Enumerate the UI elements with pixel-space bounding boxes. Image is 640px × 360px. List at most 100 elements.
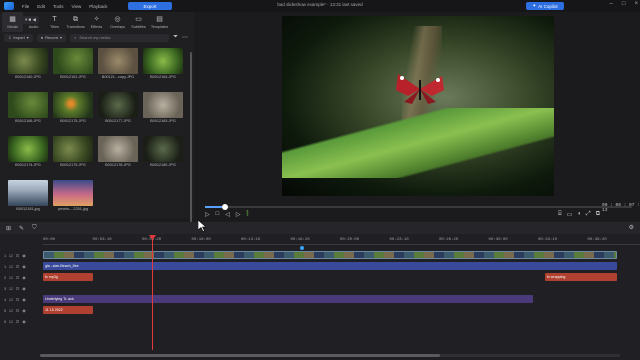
lock-icon[interactable]: ⊡ [16,319,19,324]
media-item[interactable]: B0012177.JPG [98,92,138,128]
ai-copilot-button[interactable]: ✦ AI Copilot [526,2,564,10]
track-lane[interactable]: Underlying Tr..ack [43,294,640,304]
scrollbar-thumb[interactable] [40,354,440,357]
media-item[interactable]: B0012181.jpg [8,180,48,216]
media-thumbnail[interactable] [53,92,93,118]
timeline-clip[interactable]: Underlying Tr..ack [43,295,533,303]
timeline-clip[interactable]: gla...size-Beach_5ee [43,262,617,270]
timeline-clip[interactable]: 11 15 2022 [43,306,93,314]
timeline-scrollbar[interactable] [40,354,620,357]
timeline-mode-icon[interactable]: ⊞ [6,225,11,232]
track-header[interactable]: 1 ☑ ⊡ ◉ [0,250,43,260]
visibility-icon[interactable]: ◉ [22,275,26,280]
media-item[interactable]: B0012180.JPG [143,136,183,172]
track-lane[interactable]: 11 15 2022 [43,305,640,315]
lock-icon[interactable]: ⊡ [16,264,19,269]
prev-frame-icon[interactable]: ◁ [225,211,230,218]
shield-icon[interactable]: ⛉ [32,225,37,232]
media-item[interactable]: B0012166.JPG [8,92,48,128]
visibility-icon[interactable]: ◉ [22,286,26,291]
media-thumbnail[interactable] [8,180,48,206]
media-thumbnail[interactable] [8,136,48,162]
tab-templates[interactable]: ▤ Templates [149,12,170,32]
track-header[interactable]: 1 ☑ ⊡ ◉ [0,261,43,271]
track-lane[interactable] [43,316,640,326]
media-thumbnail[interactable] [8,92,48,118]
more-icon[interactable]: ⋯ [182,34,188,41]
snapshot-icon[interactable]: ⌸ [558,211,562,218]
volume-icon[interactable]: ◖ [577,211,581,218]
timeline-settings-icon[interactable]: ⚙ [629,224,634,231]
lock-icon[interactable]: ⊡ [16,286,19,291]
track-header[interactable]: 5 ☑ ⊡ ◉ [0,305,43,315]
track-zoom-control[interactable]: ▾ ■ ◀ [22,16,39,24]
media-item[interactable]: B0012178.JPG [98,136,138,172]
track-enable-icon[interactable]: ☑ [9,253,13,258]
timeline-clip[interactable]: fx mp3g [43,273,93,281]
tab-transitions[interactable]: ⧉ Transitions [65,12,86,32]
visibility-icon[interactable]: ◉ [22,308,26,313]
track-header[interactable]: 4 ☑ ⊡ ◉ [0,294,43,304]
visibility-icon[interactable]: ◉ [22,319,26,324]
close-icon[interactable]: × [634,1,638,7]
timeline-clip[interactable]: fx wrapping [545,273,617,281]
media-item[interactable]: B00121...copy.JPG [98,48,138,84]
pen-icon[interactable]: ✎ [19,225,24,232]
track-lane[interactable]: fx mp3g fx wrapping [43,272,640,282]
playhead[interactable] [152,238,153,350]
track-lane[interactable] [43,283,640,293]
track-header[interactable]: 3 ☑ ⊡ ◉ [0,283,43,293]
video-preview[interactable] [282,16,554,196]
media-thumbnail[interactable] [98,136,138,162]
track-enable-icon[interactable]: ☑ [9,308,13,313]
tab-titles[interactable]: T Titles [44,12,65,32]
tab-subtitles[interactable]: ▭ Subtitles [128,12,149,32]
stop-icon[interactable]: □ [216,211,220,218]
track-lane[interactable]: gla...size-Beach_5ee [43,261,640,271]
track-enable-icon[interactable]: ☑ [9,297,13,302]
media-thumbnail[interactable] [53,48,93,74]
seek-bar[interactable] [205,206,632,208]
media-thumbnail[interactable] [143,136,183,162]
minimize-icon[interactable]: – [610,1,613,7]
fullscreen-icon[interactable]: ⤢ [586,211,591,218]
media-thumbnail[interactable] [98,92,138,118]
media-item[interactable]: B0012164.JPG [143,48,183,84]
track-enable-icon[interactable]: ☑ [9,286,13,291]
media-item[interactable]: B0012174.JPG [8,136,48,172]
media-item[interactable]: B0012183.JPG [143,92,183,128]
visibility-icon[interactable]: ◉ [22,264,26,269]
media-scrollbar[interactable] [190,52,192,222]
media-thumbnail[interactable] [53,180,93,206]
visibility-icon[interactable]: ◉ [22,297,26,302]
lock-icon[interactable]: ⊡ [16,297,19,302]
timeline-marker[interactable] [300,246,304,250]
media-thumbnail[interactable] [98,48,138,74]
tab-effects[interactable]: ✧ Effects [86,12,107,32]
timeline-ruler[interactable]: 00:0000:03:1000:06:2000:10:0000:13:1000:… [43,238,640,246]
track-enable-icon[interactable]: ☑ [9,319,13,324]
undock-icon[interactable]: ⧉ [596,211,600,218]
media-item[interactable]: B0012160.JPG [8,48,48,84]
media-thumbnail[interactable] [143,48,183,74]
tab-media[interactable]: ▦ Media [2,12,23,32]
split-icon[interactable]: ⫿ [247,211,249,218]
seek-handle[interactable] [222,204,228,210]
timeline-clip[interactable] [43,251,617,259]
play-icon[interactable]: ▷ [205,211,210,218]
visibility-icon[interactable]: ◉ [22,253,26,258]
tab-overlays[interactable]: ◎ Overlays [107,12,128,32]
maximize-icon[interactable]: □ [622,1,626,7]
media-thumbnail[interactable] [143,92,183,118]
lock-icon[interactable]: ⊡ [16,275,19,280]
track-enable-icon[interactable]: ☑ [9,264,13,269]
import-button[interactable]: ⇩ Import ▾ [4,33,33,42]
media-item[interactable]: pexels-...2251.jpg [53,180,93,216]
media-item[interactable]: B0012161.JPG [53,48,93,84]
media-item[interactable]: B0012175.JPG [53,136,93,172]
track-lane[interactable] [43,250,640,260]
media-item[interactable]: B0012175.JPG [53,92,93,128]
track-header[interactable]: 6 ☑ ⊡ ◉ [0,316,43,326]
lock-icon[interactable]: ⊡ [16,308,19,313]
search-input[interactable]: ⌕ Search my media [70,33,170,42]
